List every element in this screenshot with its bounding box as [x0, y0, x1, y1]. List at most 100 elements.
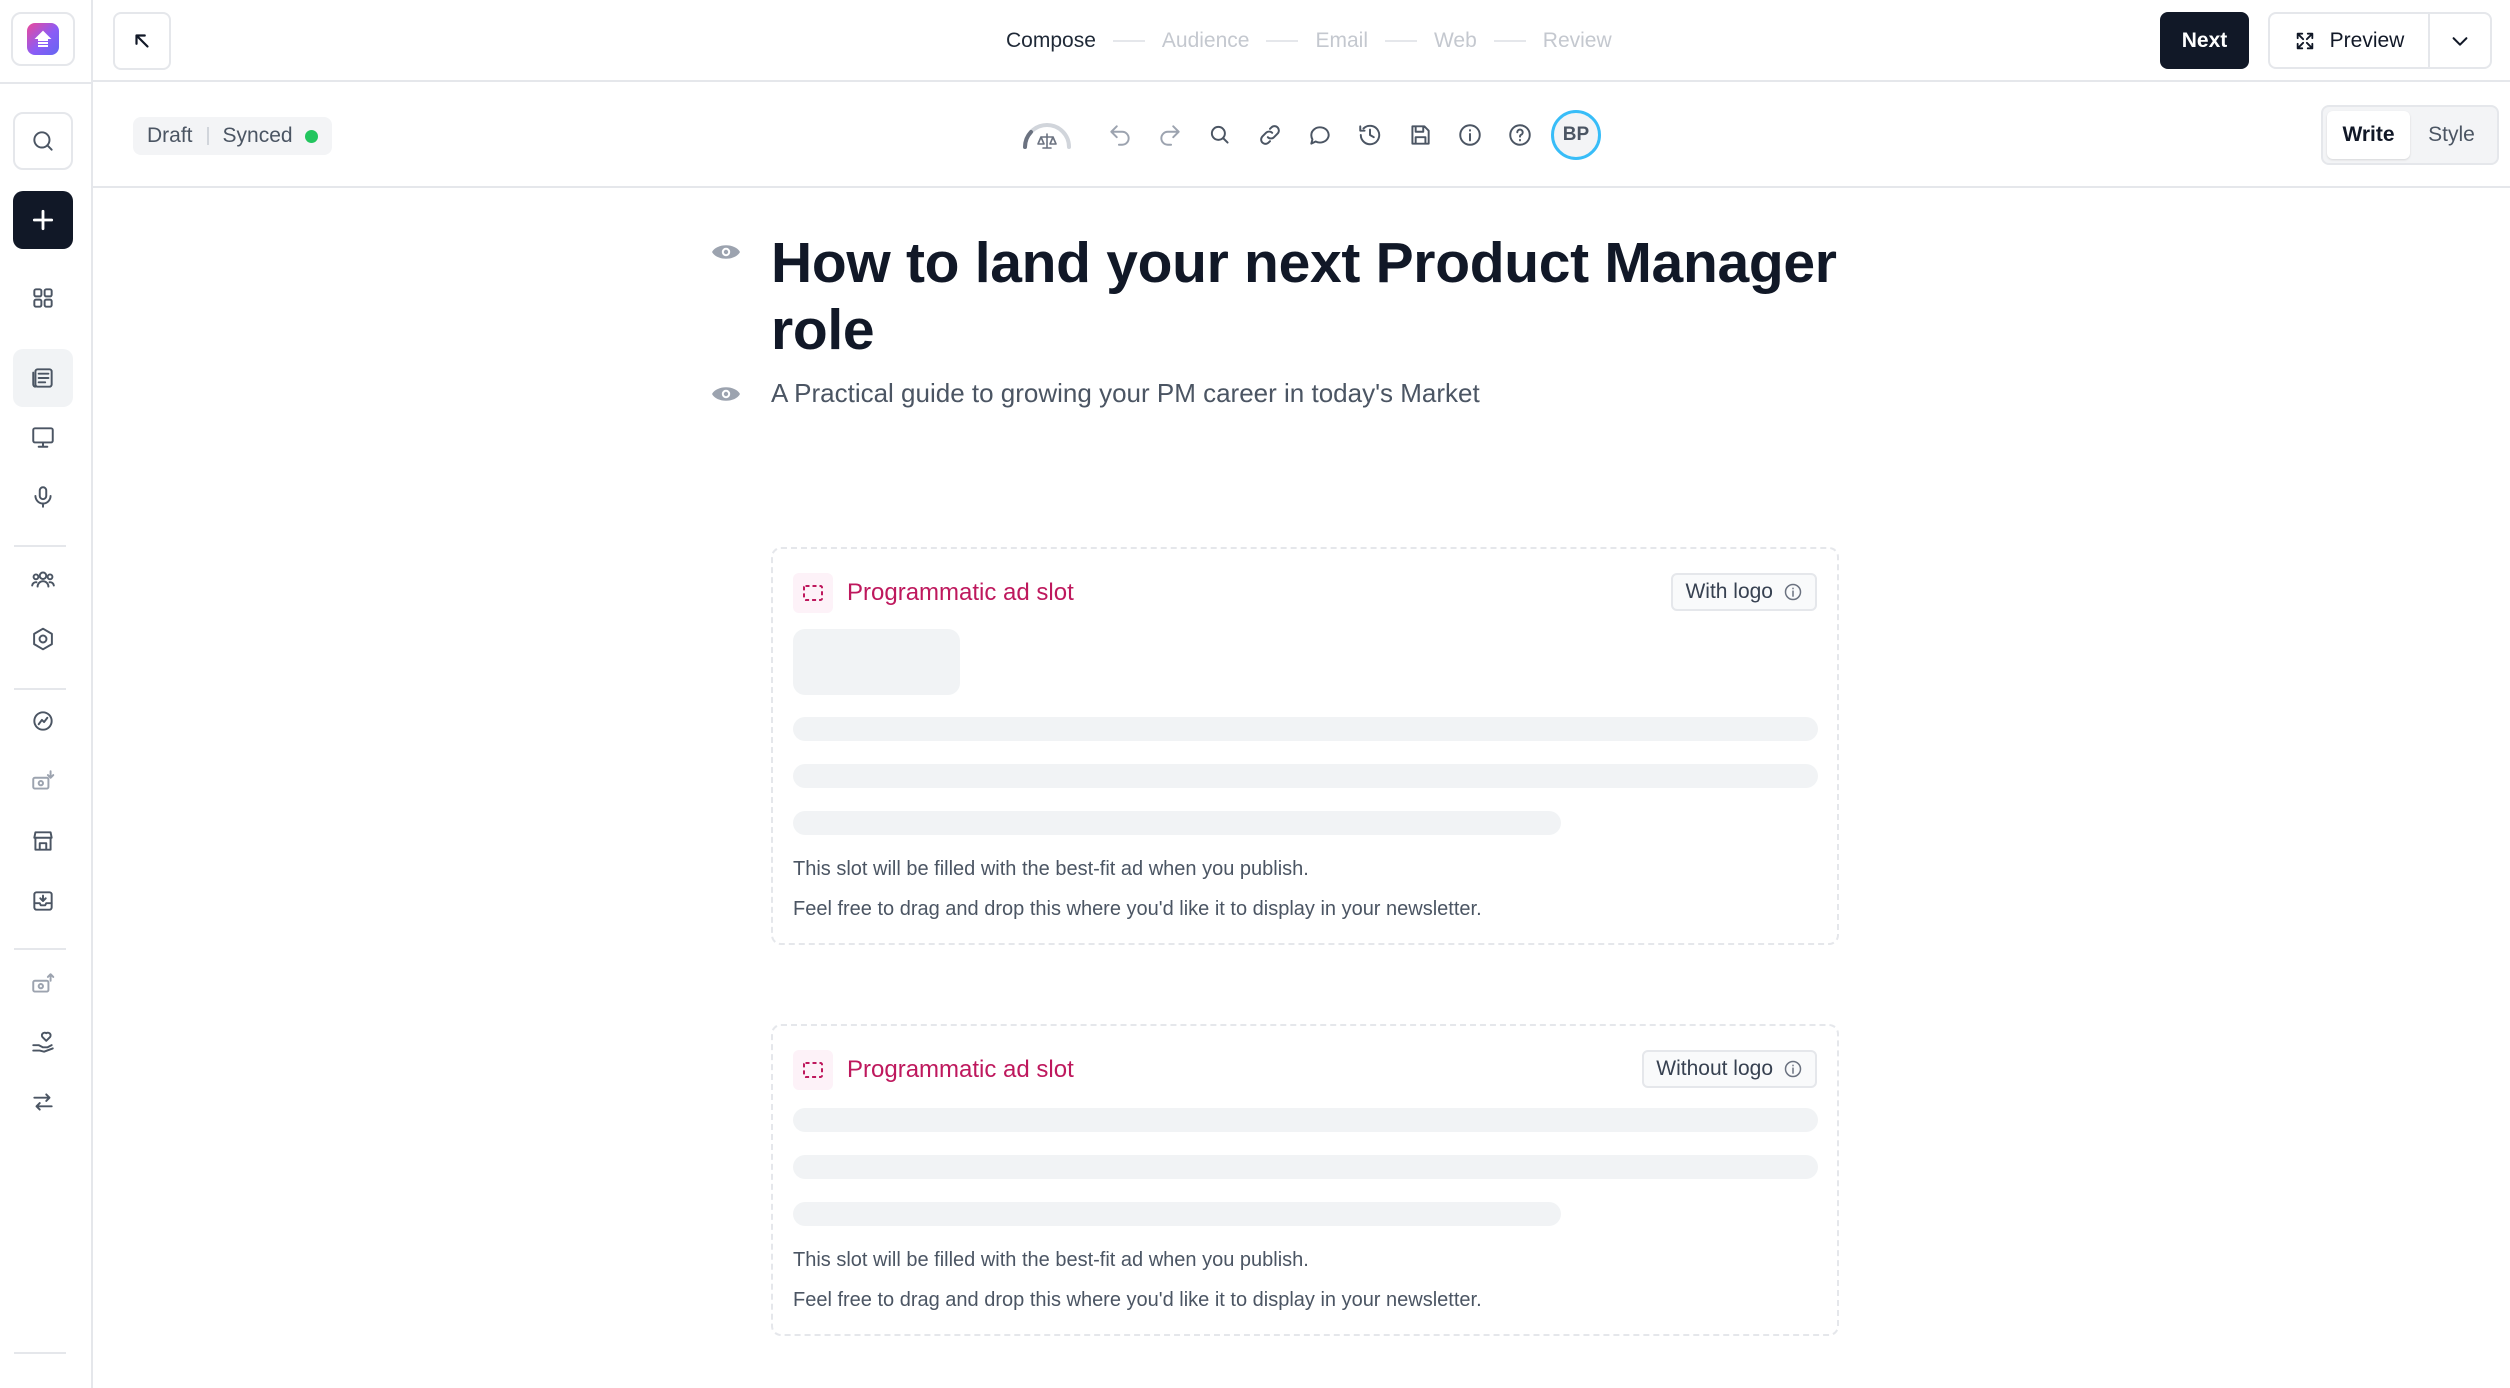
eye-icon	[712, 245, 740, 259]
step-audience[interactable]: Audience	[1162, 29, 1250, 53]
write-mode-tab[interactable]: Write	[2327, 111, 2410, 159]
status-synced: Synced	[222, 124, 293, 147]
sidebar-separator	[14, 1352, 66, 1354]
post-title[interactable]: How to land your next Product Manager ro…	[771, 230, 1861, 364]
text-placeholder	[793, 811, 1561, 835]
help-icon	[1509, 124, 1531, 146]
help-button[interactable]	[1495, 110, 1545, 160]
posts-icon	[32, 368, 53, 388]
sidebar-item-inbox[interactable]	[13, 872, 73, 930]
undo-icon	[1110, 125, 1130, 146]
settings-icon	[33, 627, 53, 651]
link-icon	[1260, 125, 1280, 145]
ad-slot-without-logo[interactable]: Programmatic ad slot Without logo This s…	[771, 1024, 1839, 1336]
ad-slot-logo-badge[interactable]: Without logo	[1642, 1050, 1817, 1088]
badge-label: With logo	[1685, 580, 1773, 603]
history-button[interactable]	[1345, 110, 1395, 160]
info-button[interactable]	[1445, 110, 1495, 160]
step-navigation: Compose Audience Email Web Review	[1006, 0, 1612, 82]
readability-gauge-button[interactable]	[1011, 110, 1083, 160]
step-web[interactable]: Web	[1434, 29, 1477, 53]
text-placeholder	[793, 1155, 1818, 1179]
text-placeholder	[793, 1108, 1818, 1132]
left-sidebar	[0, 0, 93, 1388]
ad-slot-note: This slot will be filled with the best-f…	[793, 1249, 1309, 1271]
sidebar-divider	[0, 82, 93, 84]
sidebar-item-dashboard[interactable]	[13, 269, 73, 327]
grid-icon	[33, 288, 53, 308]
website-icon	[32, 427, 54, 448]
status-badge: Draft Synced	[133, 117, 332, 155]
sidebar-item-grow[interactable]	[13, 692, 73, 750]
history-icon	[1359, 124, 1381, 146]
redo-button[interactable]	[1145, 110, 1195, 160]
arrow-up-left-icon	[135, 34, 149, 48]
mode-toggle: Write Style	[2321, 105, 2499, 165]
sidebar-item-podcast[interactable]	[13, 468, 73, 526]
sidebar-item-monetize[interactable]	[13, 752, 73, 810]
text-placeholder	[793, 764, 1818, 788]
ad-slot-with-logo[interactable]: Programmatic ad slot With logo This slot…	[771, 547, 1839, 945]
link-button[interactable]	[1245, 110, 1295, 160]
sidebar-separator	[14, 688, 66, 690]
title-visibility-toggle[interactable]	[711, 241, 741, 263]
step-review[interactable]: Review	[1543, 29, 1612, 53]
audience-icon	[31, 571, 55, 588]
search-icon	[33, 131, 53, 151]
undo-button[interactable]	[1095, 110, 1145, 160]
app-logo[interactable]	[11, 12, 75, 66]
comment-icon	[1310, 126, 1330, 145]
ad-slot-header: Programmatic ad slot	[793, 573, 1074, 613]
find-button[interactable]	[1195, 110, 1245, 160]
plus-icon	[32, 209, 54, 231]
synced-dot-icon	[304, 129, 318, 143]
ad-slot-logo-badge[interactable]: With logo	[1671, 573, 1817, 611]
step-connector	[1266, 40, 1299, 42]
sidebar-item-website[interactable]	[13, 408, 73, 466]
post-subtitle[interactable]: A Practical guide to growing your PM car…	[771, 378, 1480, 409]
sidebar-separator	[14, 948, 66, 950]
step-connector	[1112, 40, 1145, 42]
preview-button-group: Preview	[2268, 12, 2492, 69]
dashed-square-icon	[793, 573, 833, 613]
top-bar: Compose Audience Email Web Review Next P…	[93, 0, 2510, 82]
ad-slot-title: Programmatic ad slot	[847, 579, 1074, 606]
sidebar-item-posts[interactable]	[13, 349, 73, 407]
comment-button[interactable]	[1295, 110, 1345, 160]
preview-dropdown-button[interactable]	[2430, 14, 2490, 67]
ad-slot-title: Programmatic ad slot	[847, 1056, 1074, 1083]
preview-button[interactable]: Preview	[2270, 14, 2430, 67]
sidebar-item-settings[interactable]	[13, 610, 73, 668]
badge-label: Without logo	[1656, 1057, 1773, 1080]
sidebar-item-audience[interactable]	[13, 550, 73, 608]
sidebar-item-export[interactable]	[13, 955, 73, 1013]
subtitle-visibility-toggle[interactable]	[711, 383, 741, 405]
podcast-icon	[34, 486, 52, 508]
monetize-icon	[32, 770, 55, 790]
step-email[interactable]: Email	[1315, 29, 1368, 53]
chevron-down-icon	[2452, 36, 2468, 46]
save-button[interactable]	[1395, 110, 1445, 160]
avatar[interactable]: BP	[1551, 110, 1601, 160]
next-button[interactable]: Next	[2160, 12, 2249, 69]
sidebar-item-shop[interactable]	[13, 812, 73, 870]
info-icon	[1459, 124, 1481, 146]
back-button[interactable]	[113, 12, 171, 70]
style-mode-tab[interactable]: Style	[2410, 111, 2493, 159]
save-icon	[1411, 125, 1430, 145]
preview-label: Preview	[2329, 28, 2405, 52]
eye-icon	[712, 387, 740, 401]
sidebar-new-button[interactable]	[13, 191, 73, 249]
status-separator	[206, 127, 209, 145]
step-connector	[1384, 40, 1417, 42]
sidebar-item-automation[interactable]	[13, 1073, 73, 1131]
automation-icon	[33, 1093, 53, 1111]
export-icon	[32, 973, 55, 993]
sidebar-search-button[interactable]	[13, 112, 73, 170]
redo-icon	[1160, 125, 1180, 146]
step-compose[interactable]: Compose	[1006, 29, 1096, 53]
expand-icon	[2296, 32, 2313, 49]
logo-mark-icon	[27, 23, 59, 55]
sidebar-item-donate[interactable]	[13, 1014, 73, 1072]
search-icon	[1210, 125, 1229, 144]
